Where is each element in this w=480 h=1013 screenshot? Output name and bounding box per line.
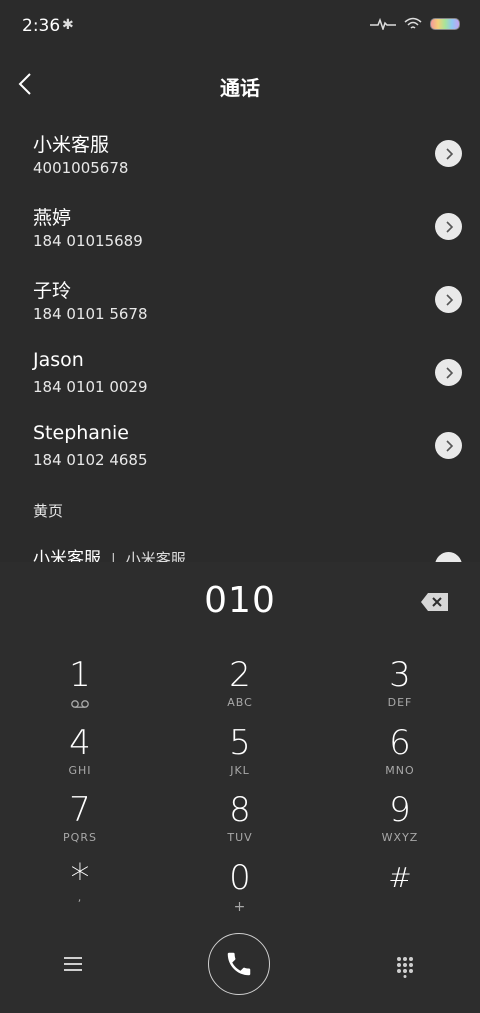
battery-icon xyxy=(430,18,460,30)
section-label-yellow-pages: 黄页 xyxy=(33,502,64,520)
voicemail-icon xyxy=(71,700,89,708)
key-letters: + xyxy=(233,899,247,915)
key-digit: 0 xyxy=(229,858,251,898)
status-icons xyxy=(370,17,460,31)
key-letters: WXYZ xyxy=(381,831,419,844)
signal-activity-icon xyxy=(370,18,396,30)
contact-row[interactable]: Stephanie 184 0102 4685 xyxy=(0,412,480,485)
key-4[interactable]: 4 GHI xyxy=(20,724,140,786)
key-letters: MNO xyxy=(385,764,415,777)
chevron-right-icon xyxy=(445,366,453,379)
yellow-pages-detail-button[interactable] xyxy=(435,552,462,562)
contact-number: 184 0102 4685 xyxy=(33,451,148,469)
contact-number: 4001005678 xyxy=(33,159,129,177)
dialpad-toggle-button[interactable] xyxy=(395,956,415,978)
yellow-pages-row[interactable]: 小米客服 | 小米客服 xyxy=(33,544,453,562)
status-time: 2:36 xyxy=(22,16,61,36)
chevron-right-icon xyxy=(445,220,453,233)
key-digit: 8 xyxy=(229,790,251,830)
key-1[interactable]: 1 xyxy=(20,656,140,718)
contact-row[interactable]: 小米客服 4001005678 xyxy=(0,120,480,193)
contact-name: 燕婷 xyxy=(33,207,72,229)
contact-number: 184 01015689 xyxy=(33,232,143,250)
menu-button[interactable] xyxy=(62,955,84,973)
key-letters: PQRS xyxy=(63,831,97,844)
backspace-button[interactable] xyxy=(420,592,450,612)
key-letters: ABC xyxy=(227,696,253,709)
contact-detail-button[interactable] xyxy=(435,432,462,459)
contact-name: Jason xyxy=(33,349,84,371)
key-5[interactable]: 5 JKL xyxy=(180,724,300,786)
contact-detail-button[interactable] xyxy=(435,359,462,386)
yellow-pages-sub: 小米客服 xyxy=(125,550,186,562)
key-letters: , xyxy=(77,891,83,904)
key-digit: 7 xyxy=(69,790,91,830)
key-9[interactable]: 9 WXYZ xyxy=(340,791,460,853)
chevron-right-icon xyxy=(445,439,453,452)
key-0[interactable]: 0 + xyxy=(180,859,300,921)
key-letters: DEF xyxy=(387,696,413,709)
menu-icon xyxy=(64,957,82,971)
key-digit: # xyxy=(388,861,412,894)
key-3[interactable]: 3 DEF xyxy=(340,656,460,718)
phone-icon xyxy=(227,952,251,976)
header: 通话 xyxy=(0,60,480,110)
key-digit: 4 xyxy=(69,723,91,763)
wifi-icon xyxy=(404,17,422,29)
chevron-right-icon xyxy=(445,147,453,160)
chevron-right-icon xyxy=(445,293,453,306)
status-bar: 2:36 ✱ xyxy=(0,0,480,52)
dialed-number: 010 xyxy=(204,580,276,621)
page-title: 通话 xyxy=(220,76,260,100)
bluetooth-icon: ✱ xyxy=(62,17,74,33)
separator: | xyxy=(111,552,116,562)
contact-number: 184 0101 5678 xyxy=(33,305,148,323)
contact-name: 小米客服 xyxy=(33,134,110,156)
contact-list: 小米客服 4001005678 燕婷 184 01015689 子玲 184 0… xyxy=(0,120,480,485)
contact-detail-button[interactable] xyxy=(435,213,462,240)
contact-name: 子玲 xyxy=(33,280,72,302)
key-digit: 3 xyxy=(389,655,411,695)
backspace-icon xyxy=(421,593,448,611)
key-letters: GHI xyxy=(68,764,92,777)
yellow-pages-name: 小米客服 xyxy=(33,549,101,562)
dialpad-grid-icon xyxy=(397,957,413,978)
contact-row[interactable]: 子玲 184 0101 5678 xyxy=(0,266,480,339)
contact-row[interactable]: Jason 184 0101 0029 xyxy=(0,339,480,412)
contact-name: Stephanie xyxy=(33,422,129,444)
call-button[interactable] xyxy=(208,933,270,995)
key-2[interactable]: 2 ABC xyxy=(180,656,300,718)
key-hash[interactable]: # xyxy=(340,859,460,921)
key-7[interactable]: 7 PQRS xyxy=(20,791,140,853)
contact-detail-button[interactable] xyxy=(435,286,462,313)
key-letters: JKL xyxy=(230,764,250,777)
key-digit: 5 xyxy=(229,723,251,763)
contact-number: 184 0101 0029 xyxy=(33,378,148,396)
key-6[interactable]: 6 MNO xyxy=(340,724,460,786)
key-digit: 9 xyxy=(389,790,411,830)
key-digit: 2 xyxy=(229,655,251,695)
contact-detail-button[interactable] xyxy=(435,140,462,167)
key-digit: 1 xyxy=(69,655,91,695)
key-letters: TUV xyxy=(227,831,253,844)
key-star[interactable]: * , xyxy=(20,859,140,921)
contact-row[interactable]: 燕婷 184 01015689 xyxy=(0,193,480,266)
key-8[interactable]: 8 TUV xyxy=(180,791,300,853)
key-digit: 6 xyxy=(389,723,411,763)
